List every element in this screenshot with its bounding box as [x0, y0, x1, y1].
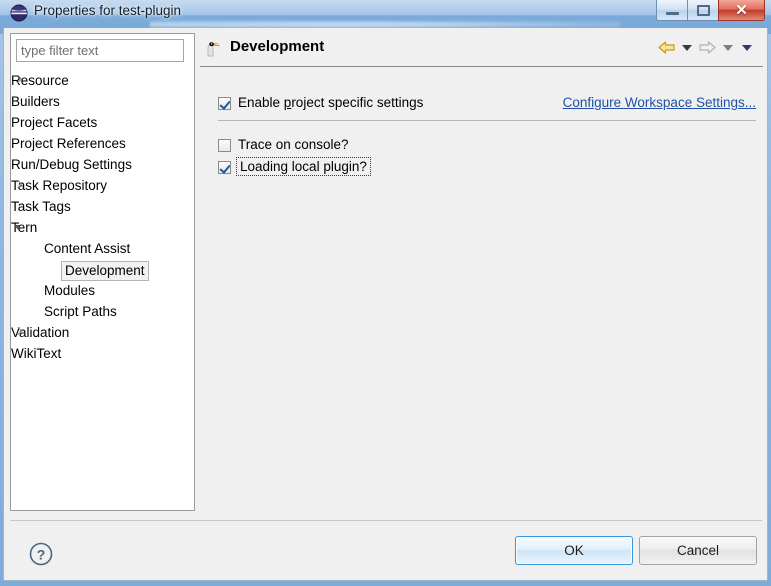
tree-item-project-references[interactable]: Project References — [11, 133, 194, 154]
tree-item-development[interactable]: Development — [11, 259, 194, 281]
page-title: Development — [230, 38, 325, 55]
tree-item-label: Project Facets — [11, 115, 98, 130]
tree-item-task-repository[interactable]: Task Repository — [11, 175, 194, 196]
enable-project-settings-label[interactable]: Enable project specific settings — [238, 95, 423, 110]
tern-bird-icon — [207, 42, 220, 57]
loading-local-plugin-checkbox[interactable] — [218, 161, 231, 174]
tree-item-modules[interactable]: Modules — [11, 280, 194, 301]
tree-item-project-facets[interactable]: Project Facets — [11, 112, 194, 133]
page-header: Development — [200, 33, 763, 67]
tree-item-content-assist[interactable]: Content Assist — [11, 238, 194, 259]
tree-item-validation[interactable]: Validation — [11, 322, 194, 343]
tree-item-label: Project References — [11, 136, 126, 151]
overflow-menu-chevron-down-icon[interactable] — [742, 44, 752, 51]
close-icon: ✕ — [735, 1, 748, 19]
tree-item-label: Run/Debug Settings — [11, 157, 132, 172]
enable-project-settings-checkbox[interactable] — [218, 97, 231, 110]
maximize-button[interactable] — [687, 0, 718, 21]
tree-item-label: Content Assist — [44, 241, 131, 256]
settings-tree-panel: Resource Builders Project Facets Project Re… — [10, 33, 195, 511]
forward-menu-chevron-down-icon — [723, 44, 733, 51]
configure-workspace-settings-link[interactable]: Configure Workspace Settings... — [563, 95, 756, 110]
eclipse-icon — [10, 4, 28, 22]
trace-on-console-label[interactable]: Trace on console? — [238, 137, 349, 152]
ok-button[interactable]: OK — [515, 536, 633, 565]
tree-item-label: WikiText — [11, 346, 62, 361]
options-separator — [218, 120, 756, 121]
chevron-right-icon[interactable] — [11, 322, 27, 343]
header-separator — [200, 66, 763, 67]
filter-input[interactable] — [16, 39, 184, 62]
chevron-down-icon[interactable] — [11, 217, 27, 238]
maximize-icon — [697, 5, 710, 16]
page-content-panel: Development Enable project specific sett… — [200, 33, 763, 511]
settings-tree: Resource Builders Project Facets Project Re… — [11, 70, 194, 364]
tree-item-label: Development — [61, 261, 149, 281]
chevron-down-glyph — [14, 225, 19, 231]
chevron-right-icon[interactable] — [11, 70, 27, 91]
chevron-right-glyph — [13, 179, 23, 189]
chevron-right-glyph — [13, 326, 23, 336]
tree-item-resource[interactable]: Resource — [11, 70, 194, 91]
back-menu-chevron-down-icon[interactable] — [682, 44, 692, 51]
cancel-button[interactable]: Cancel — [639, 536, 757, 565]
tree-item-task-tags[interactable]: Task Tags — [11, 196, 194, 217]
loading-local-plugin-label[interactable]: Loading local plugin? — [236, 157, 371, 176]
minimize-icon — [666, 12, 679, 15]
trace-on-console-checkbox[interactable] — [218, 139, 231, 152]
back-arrow-icon[interactable] — [657, 40, 676, 55]
close-button[interactable]: ✕ — [718, 0, 765, 21]
question-mark-icon[interactable]: ? — [28, 541, 54, 567]
tree-item-label: Modules — [44, 283, 96, 298]
svg-text:?: ? — [37, 546, 46, 562]
tree-item-label: Script Paths — [44, 304, 117, 319]
window-title: Properties for test-plugin — [34, 3, 182, 18]
tree-item-label: Task Tags — [11, 199, 71, 214]
tree-item-script-paths[interactable]: Script Paths — [11, 301, 194, 322]
dialog-body: Resource Builders Project Facets Project Re… — [3, 28, 768, 581]
chevron-right-glyph — [13, 74, 23, 84]
minimize-button[interactable] — [656, 0, 687, 21]
properties-dialog-window: Properties for test-plugin ✕ Resource Bui… — [0, 0, 771, 586]
enable-project-settings-row: Enable project specific settings Configu… — [218, 95, 756, 115]
forward-arrow-icon — [699, 41, 716, 54]
page-navigation — [657, 40, 755, 55]
chevron-right-icon[interactable] — [11, 175, 27, 196]
tree-item-wikitext[interactable]: WikiText — [11, 343, 194, 364]
dialog-footer: ? OK Cancel — [10, 520, 762, 576]
tree-item-run-debug-settings[interactable]: Run/Debug Settings — [11, 154, 194, 175]
tree-item-tern[interactable]: Tern — [11, 217, 194, 238]
window-controls: ✕ — [656, 0, 765, 21]
tree-item-builders[interactable]: Builders — [11, 91, 194, 112]
tree-item-label: Builders — [11, 94, 60, 109]
